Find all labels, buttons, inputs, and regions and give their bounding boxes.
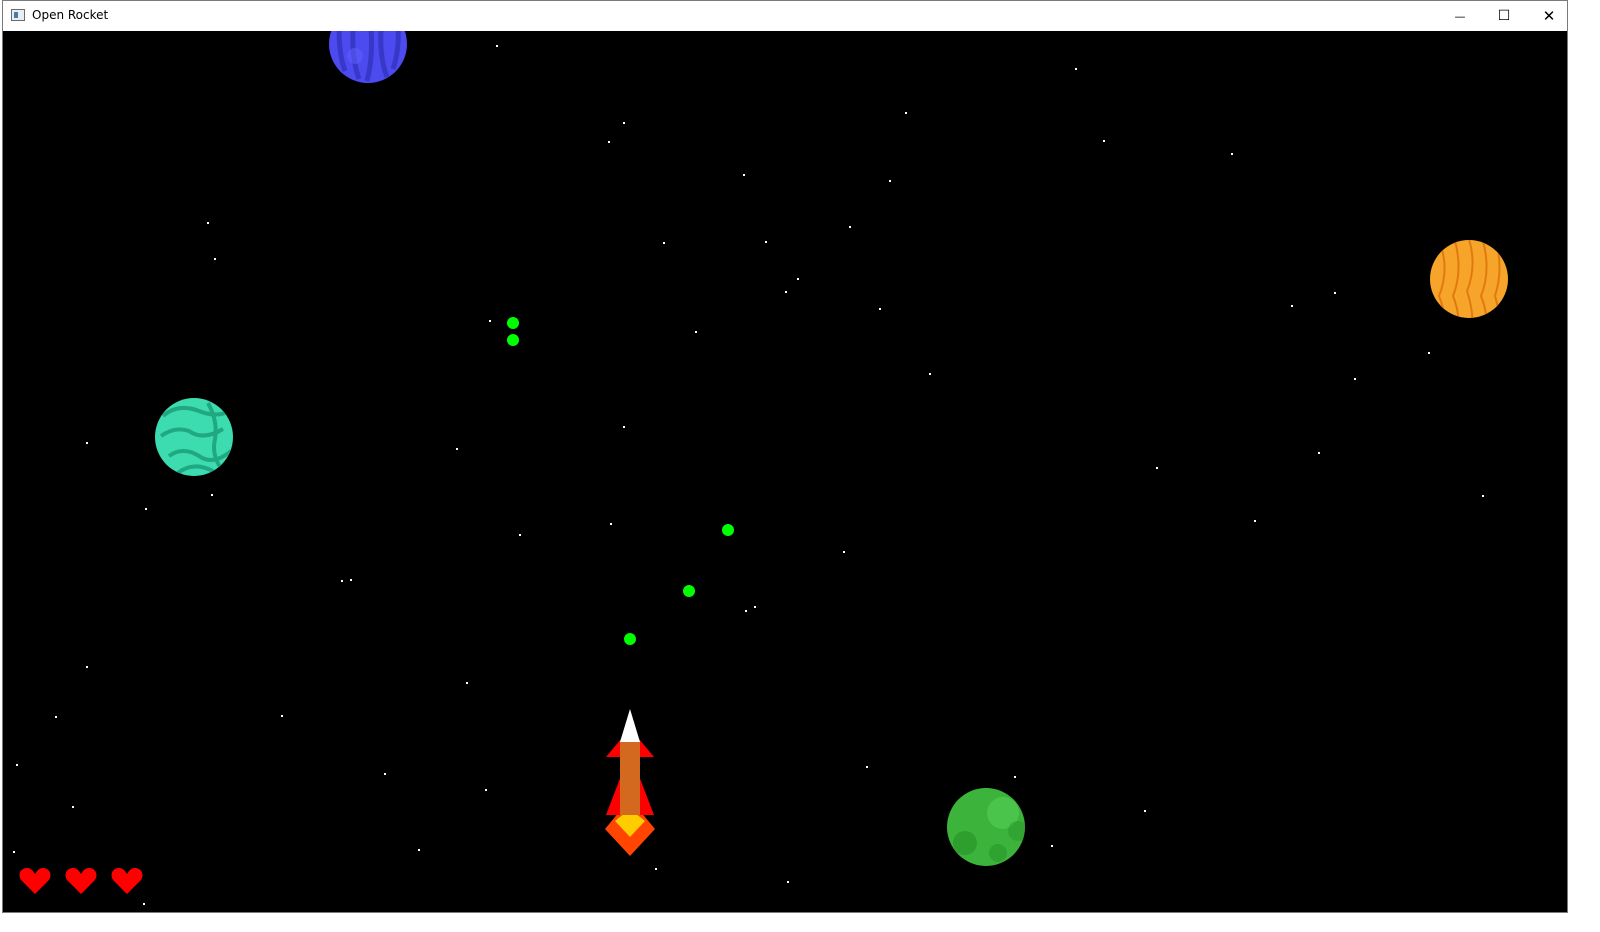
projectile (683, 585, 695, 597)
star (489, 320, 491, 322)
star (785, 291, 787, 293)
star (745, 610, 747, 612)
star (929, 373, 931, 375)
star (214, 258, 216, 260)
star (55, 716, 57, 718)
starfield (13, 45, 1484, 905)
rocket-body (620, 741, 640, 815)
minimize-button[interactable]: — (1437, 1, 1483, 31)
app-icon (11, 9, 25, 21)
star (610, 523, 612, 525)
star (1051, 845, 1053, 847)
star (1103, 140, 1105, 142)
rocket-fin-upper (639, 739, 654, 757)
star (86, 442, 88, 444)
projectiles (507, 317, 734, 645)
star (1318, 452, 1320, 454)
star (418, 849, 420, 851)
star (350, 579, 352, 581)
star (496, 45, 498, 47)
star (695, 331, 697, 333)
star (843, 551, 845, 553)
star (663, 242, 665, 244)
window-title: Open Rocket (32, 8, 109, 22)
star (1144, 810, 1146, 812)
planet-blue (329, 31, 407, 83)
maximize-button[interactable]: ☐ (1481, 1, 1527, 31)
star (485, 789, 487, 791)
maximize-icon: ☐ (1497, 8, 1511, 24)
planet-orange (1430, 240, 1508, 318)
rocket-nose (620, 709, 640, 742)
star (623, 426, 625, 428)
close-icon: ✕ (1542, 7, 1556, 25)
star (623, 122, 625, 124)
heart-icon (65, 868, 97, 894)
star (905, 112, 907, 114)
star (765, 241, 767, 243)
planet-teal (155, 398, 233, 476)
star (608, 141, 610, 143)
star (341, 580, 343, 582)
star (655, 868, 657, 870)
projectile (507, 334, 519, 346)
title-bar[interactable]: Open Rocket — ☐ ✕ (3, 1, 1567, 31)
minimize-icon: — (1454, 9, 1466, 23)
star (889, 180, 891, 182)
star (1014, 776, 1016, 778)
planet-green (947, 788, 1025, 866)
star (13, 851, 15, 853)
star (143, 903, 145, 905)
projectile (624, 633, 636, 645)
star (787, 881, 789, 883)
star (72, 806, 74, 808)
star (754, 606, 756, 608)
star (1354, 378, 1356, 380)
star (1428, 352, 1430, 354)
lives-display (18, 866, 144, 900)
star (797, 278, 799, 280)
star (1482, 495, 1484, 497)
star (211, 494, 213, 496)
star (1254, 520, 1256, 522)
star (849, 226, 851, 228)
game-scene (13, 31, 1508, 905)
star (456, 448, 458, 450)
star (519, 534, 521, 536)
game-canvas[interactable] (3, 31, 1567, 912)
star (743, 174, 745, 176)
star (879, 308, 881, 310)
star (1075, 68, 1077, 70)
star (466, 682, 468, 684)
player-rocket[interactable] (605, 709, 655, 856)
star (86, 666, 88, 668)
star (207, 222, 209, 224)
star (281, 715, 283, 717)
star (16, 764, 18, 766)
rocket-fin-upper (606, 739, 621, 757)
projectile (507, 317, 519, 329)
star (866, 766, 868, 768)
rocket-fin-lower (606, 776, 621, 815)
rocket-fin-lower (639, 776, 654, 815)
star (1156, 467, 1158, 469)
heart-icon (111, 868, 143, 894)
star (145, 508, 147, 510)
star (1291, 305, 1293, 307)
close-button[interactable]: ✕ (1526, 1, 1567, 31)
app-window: Open Rocket — ☐ ✕ (2, 0, 1568, 913)
star (384, 773, 386, 775)
projectile (722, 524, 734, 536)
heart-icon (19, 868, 51, 894)
star (1231, 153, 1233, 155)
star (1334, 292, 1336, 294)
